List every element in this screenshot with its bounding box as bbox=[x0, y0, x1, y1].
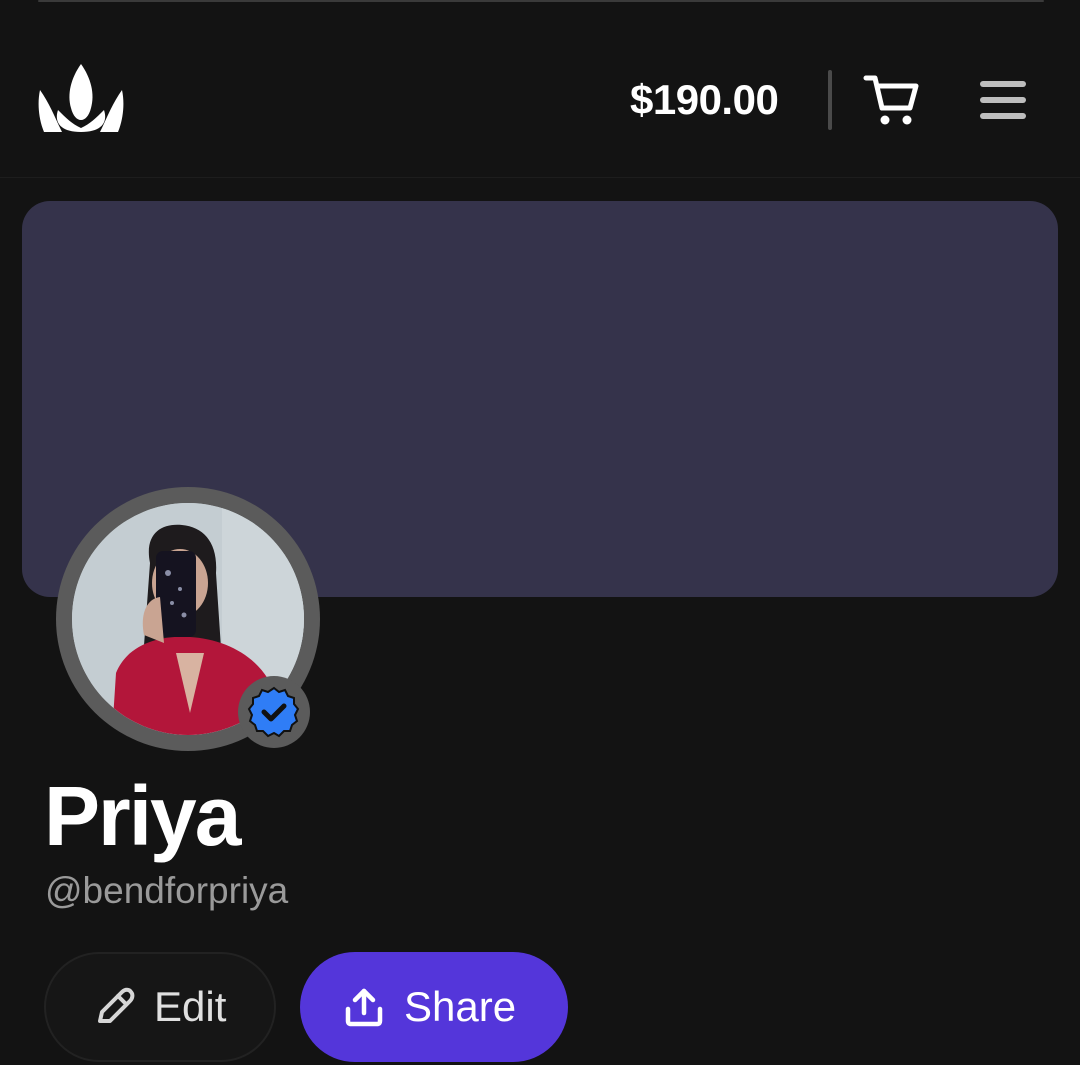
header-divider bbox=[828, 70, 832, 130]
pencil-icon bbox=[98, 987, 135, 1023]
edit-profile-button[interactable]: Edit bbox=[44, 952, 276, 1062]
top-nav: $190.00 bbox=[0, 0, 1080, 178]
profile-page: $190.00 Priya @bendforpriya Edit Share bbox=[0, 0, 1080, 1065]
share-upload-icon bbox=[345, 988, 383, 1027]
profile-handle: @bendforpriya bbox=[45, 870, 289, 911]
hamburger-menu-icon[interactable] bbox=[978, 78, 1028, 122]
share-profile-button[interactable]: Share bbox=[300, 952, 568, 1062]
edit-button-label: Edit bbox=[154, 983, 227, 1030]
wallet-balance[interactable]: $190.00 bbox=[630, 74, 779, 126]
share-button-label: Share bbox=[404, 983, 517, 1030]
verified-check-icon bbox=[247, 686, 300, 738]
verified-badge bbox=[238, 676, 310, 748]
crown-logo-icon[interactable] bbox=[38, 62, 124, 136]
profile-name: Priya bbox=[44, 769, 241, 863]
cart-icon[interactable] bbox=[862, 68, 922, 128]
